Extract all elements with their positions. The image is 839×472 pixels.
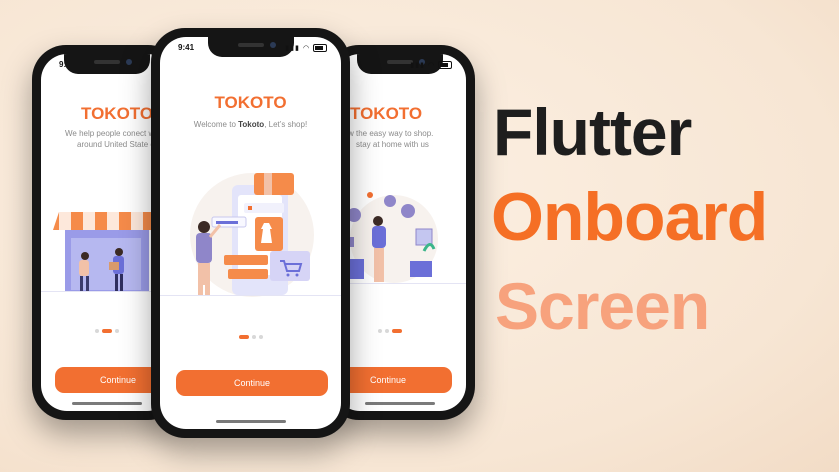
home-indicator [365, 402, 435, 405]
status-icons: ▮▮▮ ◠ [285, 44, 327, 53]
home-indicator [72, 402, 142, 405]
page-dot [95, 328, 99, 333]
brand-title: TOKOTO [350, 104, 423, 123]
subtitle-brand: Tokoto [238, 120, 265, 129]
shopping-illustration [160, 173, 341, 297]
signal-icon: ▮▮▮ [410, 62, 425, 69]
battery-icon [438, 61, 452, 70]
notch [64, 54, 150, 74]
headline-screen: Screen [495, 269, 710, 343]
home-shopping-illustration [334, 192, 466, 284]
subtitle-line-2: stay at home with us [356, 140, 429, 149]
phone-center-screen: 9:41 ▮▮▮ ◠ TOKOTO Welcome to Tokoto, Let… [160, 37, 341, 429]
page-dot [258, 334, 263, 339]
continue-button[interactable]: Continue [334, 367, 452, 393]
page-dot [385, 328, 389, 333]
headline-onboard: Onboard [491, 179, 768, 255]
page-indicator [334, 322, 466, 340]
phone-center: 9:41 ▮▮▮ ◠ TOKOTO Welcome to Tokoto, Let… [151, 28, 350, 438]
subtitle-line-1: w the easy way to shop. [348, 129, 434, 138]
signal-icon: ▮▮▮ [285, 45, 300, 52]
page-dot [378, 328, 382, 333]
status-icons: ▮▮▮ ◠ [410, 61, 452, 70]
page-dot-active [238, 334, 249, 339]
subtitle: w the easy way to shop. stay at home wit… [348, 128, 466, 150]
home-indicator [215, 420, 286, 423]
brand-title: TOKOTO [81, 104, 154, 123]
brand-title: TOKOTO [214, 93, 287, 112]
wifi-icon: ◠ [302, 45, 311, 52]
subtitle-suffix: , Let’s shop! [264, 120, 308, 129]
status-time: 9:41 [178, 43, 195, 52]
page-dot [115, 328, 119, 333]
subtitle: Welcome to Tokoto, Let’s shop! [168, 119, 333, 130]
wifi-icon: ◠ [427, 62, 436, 69]
subtitle-prefix: Welcome to [193, 120, 239, 129]
page-dot-active [392, 328, 402, 333]
continue-button[interactable]: Continue [176, 370, 328, 396]
headline-flutter: Flutter [493, 95, 692, 169]
notch [207, 37, 294, 57]
page-dot-active [102, 328, 112, 333]
phone-right-screen: ▮▮▮ ◠ TOKOTO w the easy way to shop. sta… [334, 54, 466, 411]
page-dot [251, 334, 256, 339]
battery-icon [313, 44, 327, 53]
page-indicator [160, 328, 341, 346]
